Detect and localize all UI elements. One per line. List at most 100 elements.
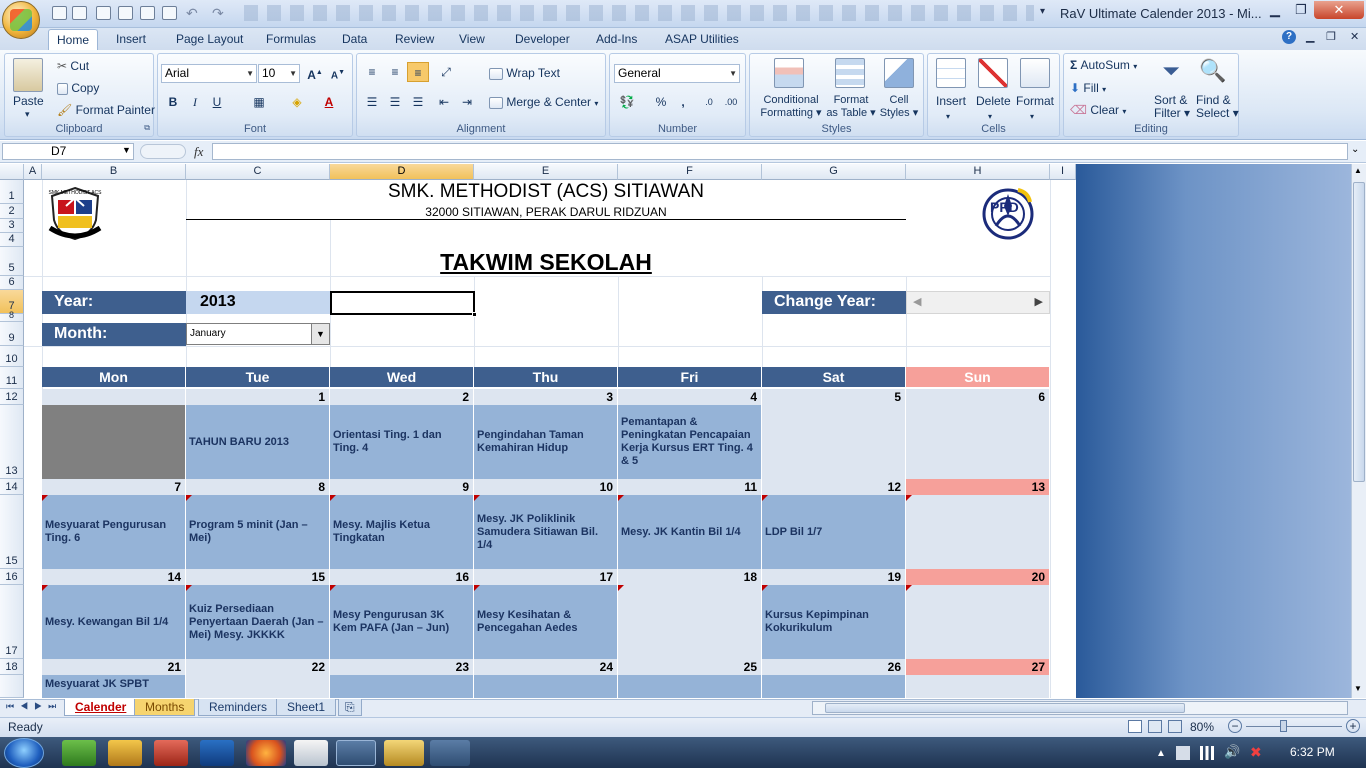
quick-access-toolbar[interactable]: [244, 5, 1034, 21]
tab-formulas[interactable]: Formulas: [258, 29, 324, 50]
calendar-event-cell[interactable]: Mesy Kesihatan & Pencegahan Aedes: [474, 585, 618, 659]
column-header-b[interactable]: B: [42, 164, 186, 180]
autosum-button[interactable]: Σ AutoSum ▾: [1070, 58, 1137, 72]
calendar-event-cell[interactable]: Pengindahan Taman Kemahiran Hidup: [474, 405, 618, 479]
row-header-17[interactable]: 17: [0, 585, 24, 659]
open-icon[interactable]: [52, 6, 67, 20]
horizontal-scroll-thumb[interactable]: [825, 703, 1185, 713]
calendar-event-cell[interactable]: [330, 675, 474, 698]
tab-asap-utilities[interactable]: ASAP Utilities: [657, 29, 747, 50]
photoshop-icon[interactable]: [200, 740, 234, 766]
clock[interactable]: 6:32 PM: [1290, 745, 1335, 759]
name-box[interactable]: D7: [2, 143, 134, 160]
tray-expand-icon[interactable]: ▲: [1156, 748, 1166, 759]
calendar-event-cell[interactable]: Mesyuarat Pengurusan Ting. 6: [42, 495, 186, 569]
sheet-nav-icons[interactable]: ⏮◀▶⏭: [6, 701, 62, 712]
calendar-event-cell[interactable]: [186, 675, 330, 698]
volume-icon[interactable]: 🔊: [1224, 744, 1240, 760]
calendar-event-cell[interactable]: Mesy. Kewangan Bil 1/4: [42, 585, 186, 659]
chevron-down-icon[interactable]: ▼: [311, 324, 329, 344]
row-header-19[interactable]: [0, 675, 24, 698]
column-header-i[interactable]: I: [1050, 164, 1076, 180]
tab-developer[interactable]: Developer: [507, 29, 578, 50]
cut-button[interactable]: ✂ Cut: [57, 59, 89, 73]
column-header-h[interactable]: H: [906, 164, 1050, 180]
row-header-1[interactable]: 1: [0, 180, 24, 204]
delete-cells-button[interactable]: Delete ▾: [976, 94, 1011, 122]
month-dropdown[interactable]: January ▼: [186, 323, 330, 345]
insert-cells-button[interactable]: Insert ▾: [936, 94, 966, 122]
bold-icon[interactable]: B: [162, 92, 184, 112]
column-header-a[interactable]: A: [24, 164, 42, 180]
row-header-16[interactable]: 16: [0, 569, 24, 585]
align-right-icon[interactable]: ☰: [407, 92, 429, 112]
paste-button[interactable]: Paste: [13, 94, 44, 108]
zoom-in-icon[interactable]: +: [1346, 719, 1360, 733]
scroll-down-icon[interactable]: ▼: [1354, 684, 1362, 693]
calendar-event-cell[interactable]: Mesyuarat JK SPBT: [42, 675, 186, 698]
insert-cells-icon[interactable]: [936, 58, 966, 88]
wrap-text-button[interactable]: Wrap Text: [489, 66, 560, 80]
new-icon[interactable]: [72, 6, 87, 20]
conditional-formatting-button[interactable]: Conditional Formatting ▾: [758, 94, 824, 120]
explorer-icon[interactable]: [384, 740, 424, 766]
calendar-event-cell[interactable]: [762, 675, 906, 698]
row-header-3[interactable]: 3: [0, 219, 24, 233]
ribbon-restore-icon[interactable]: ❐: [1326, 30, 1336, 43]
calendar-event-cell[interactable]: Mesy. Majlis Ketua Tingkatan: [330, 495, 474, 569]
calendar-event-cell[interactable]: Program 5 minit (Jan – Mei): [186, 495, 330, 569]
row-header-8[interactable]: 8: [0, 310, 24, 322]
align-left-icon[interactable]: ☰: [361, 92, 383, 112]
calendar-event-cell[interactable]: TAHUN BARU 2013: [186, 405, 330, 479]
restore-button[interactable]: ❐: [1288, 1, 1314, 19]
print-icon[interactable]: [140, 6, 155, 20]
print-preview-icon[interactable]: [162, 6, 177, 20]
redo-icon[interactable]: ↷: [212, 5, 224, 22]
accounting-format-icon[interactable]: 💱: [616, 92, 638, 112]
tab-insert[interactable]: Insert: [108, 29, 154, 50]
calendar-event-cell[interactable]: Orientasi Ting. 1 dan Ting. 4: [330, 405, 474, 479]
blank-icon[interactable]: [118, 6, 133, 20]
format-cells-icon[interactable]: [1020, 58, 1050, 88]
dialog-launcher-icon[interactable]: ⧉: [144, 123, 150, 133]
row-header-6[interactable]: 6: [0, 276, 24, 290]
orientation-icon[interactable]: ⤢: [435, 62, 457, 82]
column-header-d[interactable]: D: [330, 164, 474, 180]
fill-color-icon[interactable]: ◈: [286, 92, 308, 112]
shrink-font-icon[interactable]: A▼: [327, 63, 349, 83]
change-year-scrollbar[interactable]: ◀ ▶: [906, 291, 1050, 314]
calendar-event-cell[interactable]: [474, 675, 618, 698]
formula-input[interactable]: [212, 143, 1348, 160]
row-header-13[interactable]: 13: [0, 405, 24, 479]
row-header-11[interactable]: 11: [0, 367, 24, 389]
paste-dropdown-icon[interactable]: ▾: [25, 109, 30, 120]
horizontal-scrollbar[interactable]: [812, 701, 1348, 715]
calendar-event-cell[interactable]: [762, 405, 906, 479]
scroll-thumb[interactable]: [1353, 182, 1365, 482]
select-all-corner[interactable]: [0, 164, 24, 180]
fill-button[interactable]: ⬇ Fill ▾: [1070, 81, 1106, 95]
save-icon[interactable]: [96, 6, 111, 20]
taskbar-app-icon[interactable]: [108, 740, 142, 766]
calendar-event-cell[interactable]: [906, 405, 1050, 479]
row-header-5[interactable]: 5: [0, 247, 24, 276]
tray-icon[interactable]: [1176, 746, 1190, 760]
tab-review[interactable]: Review: [387, 29, 442, 50]
sheet-tab-calender[interactable]: Calender: [64, 699, 138, 716]
percent-style-icon[interactable]: %: [650, 92, 672, 112]
ribbon-minimize-icon[interactable]: ▁: [1306, 30, 1314, 43]
word-icon[interactable]: [294, 740, 328, 766]
align-center-icon[interactable]: ☰: [384, 92, 406, 112]
row-header-10[interactable]: 10: [0, 346, 24, 367]
conditional-formatting-icon[interactable]: [774, 58, 804, 88]
calendar-event-cell[interactable]: [906, 675, 1050, 698]
align-top-icon[interactable]: ≡: [361, 62, 383, 82]
grow-font-icon[interactable]: A▲: [304, 63, 326, 83]
cell-styles-icon[interactable]: [884, 58, 914, 88]
insert-sheet-icon[interactable]: ⎘: [338, 699, 362, 716]
scroll-up-icon[interactable]: ▲: [1354, 166, 1362, 175]
name-box-dropdown-icon[interactable]: ▼: [122, 145, 131, 155]
ribbon-close-icon[interactable]: ✕: [1350, 30, 1359, 43]
column-header-g[interactable]: G: [762, 164, 906, 180]
zoom-out-icon[interactable]: −: [1228, 719, 1242, 733]
